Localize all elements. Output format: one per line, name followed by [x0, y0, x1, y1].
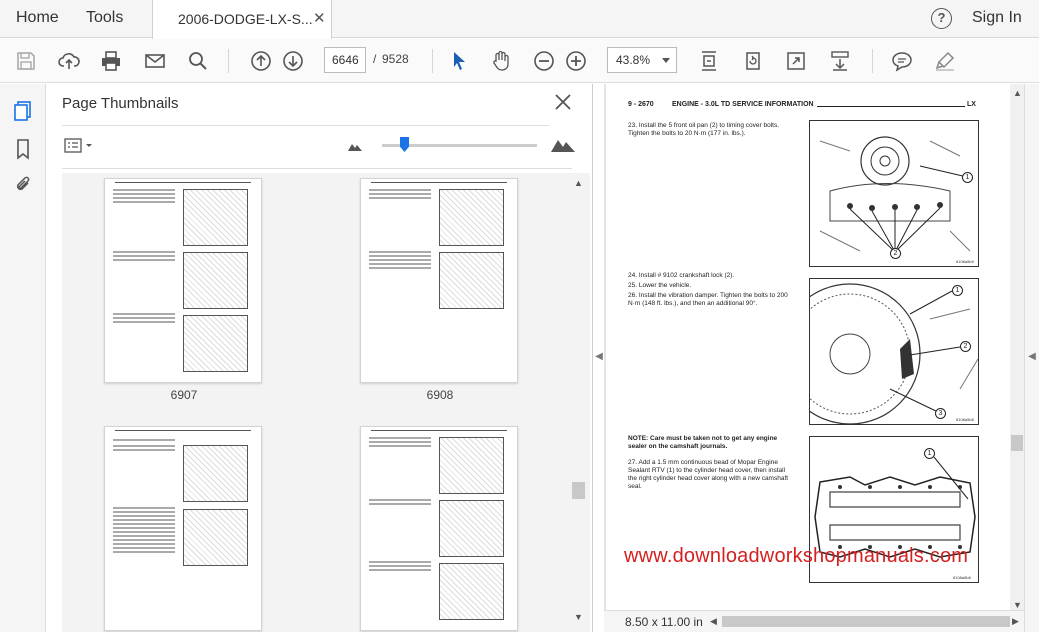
- scroll-right-icon[interactable]: ▶: [1012, 616, 1019, 627]
- thumbnail-scrollbar[interactable]: [572, 173, 590, 632]
- step-23: 23. Install the 5 front oil pan (2) to t…: [628, 122, 780, 137]
- rotate-icon[interactable]: [739, 47, 767, 75]
- zoom-select[interactable]: 43.8%: [607, 47, 677, 73]
- page-separator: /: [373, 52, 377, 66]
- zoom-out-icon[interactable]: [530, 47, 558, 75]
- scroll-left-icon[interactable]: ◀: [710, 616, 717, 627]
- page-size: 8.50 x 11.00 in: [625, 615, 703, 629]
- thumbnail-list: 6907 6908: [62, 173, 572, 632]
- figure-code: 8108a5b8: [956, 417, 974, 422]
- doc-scroll-down-icon[interactable]: ▼: [1013, 600, 1022, 610]
- small-thumbnail-icon[interactable]: [348, 141, 362, 151]
- highlight-icon[interactable]: [931, 47, 959, 75]
- hand-icon[interactable]: [487, 47, 515, 75]
- scroll-down-icon[interactable]: ▼: [574, 612, 583, 622]
- callout: 3: [935, 408, 946, 419]
- home-menu[interactable]: Home: [16, 9, 59, 27]
- panel-title: Page Thumbnails: [62, 95, 179, 112]
- collapse-left-icon[interactable]: ◀: [594, 343, 604, 371]
- page-count: 9528: [382, 52, 409, 66]
- thumbnail-scrollbar-thumb[interactable]: [572, 482, 585, 499]
- page-down-icon[interactable]: [279, 47, 307, 75]
- callout: 2: [890, 248, 901, 259]
- document-tab[interactable]: 2006-DODGE-LX-S... ✕: [152, 0, 332, 39]
- sign-in-link[interactable]: Sign In: [972, 9, 1022, 27]
- figure-code: 8108a5b6: [953, 575, 971, 580]
- attachment-icon[interactable]: [12, 174, 34, 196]
- bookmark-icon[interactable]: [12, 138, 34, 160]
- document-scrollbar-thumb[interactable]: [1011, 435, 1023, 451]
- document-tab-title: 2006-DODGE-LX-S...: [178, 11, 313, 27]
- scroll-up-icon[interactable]: ▲: [574, 178, 583, 188]
- large-thumbnail-icon[interactable]: [551, 137, 575, 152]
- page-header-left: 9 - 2670: [628, 101, 654, 108]
- document-page: 9 - 2670 ENGINE - 3.0L TD SERVICE INFORM…: [606, 84, 1010, 610]
- expand-right-panel-icon[interactable]: ◀: [1027, 343, 1037, 371]
- page-up-icon[interactable]: [247, 47, 275, 75]
- step-24: 24. Install # 9102 crankshaft lock (2).: [628, 272, 735, 279]
- current-page-input[interactable]: 6646: [324, 47, 366, 73]
- full-screen-icon[interactable]: [782, 47, 810, 75]
- callout: 1: [952, 285, 963, 296]
- step-27: 27. Add a 1.5 mm continuous bead of Mopa…: [628, 459, 789, 490]
- note-text: NOTE: Care must be taken not to get any …: [628, 435, 778, 450]
- menu-bar: Home Tools 2006-DODGE-LX-S... ✕ ? Sign I…: [0, 0, 1039, 39]
- page-header-right: LX: [967, 101, 976, 108]
- doc-scroll-up-icon[interactable]: ▲: [1013, 88, 1022, 98]
- document-scrollbar[interactable]: [1010, 84, 1024, 610]
- figure-oil-pan: 1 2 8108a5b9: [809, 120, 979, 267]
- comment-icon[interactable]: [888, 47, 916, 75]
- tools-menu[interactable]: Tools: [86, 9, 123, 27]
- help-icon[interactable]: ?: [931, 8, 952, 29]
- step-26: 26. Install the vibration damper. Tighte…: [628, 292, 788, 307]
- thumbnail-label: 6908: [426, 388, 454, 402]
- search-icon[interactable]: [184, 47, 212, 75]
- fit-page-icon[interactable]: [695, 47, 723, 75]
- thumbnail-page[interactable]: [360, 178, 518, 383]
- horizontal-scrollbar[interactable]: [722, 616, 1010, 627]
- thumbnails-panel: Page Thumbnails 6907 6908 ▲ ▼: [47, 84, 593, 632]
- close-panel-icon[interactable]: [554, 93, 572, 111]
- close-tab-icon[interactable]: ✕: [313, 9, 326, 27]
- print-icon[interactable]: [97, 47, 125, 75]
- page-thumbnails-icon[interactable]: [12, 100, 34, 122]
- figure-damper: 1 2 3 8108a5b8: [809, 278, 979, 425]
- save-icon[interactable]: [12, 47, 40, 75]
- watermark-text: www.downloadworkshopmanuals.com: [624, 545, 969, 567]
- page-header-title: ENGINE - 3.0L TD SERVICE INFORMATION: [672, 101, 814, 108]
- thumbnail-page[interactable]: [104, 426, 262, 631]
- callout: 1: [962, 172, 973, 183]
- scroll-mode-icon[interactable]: [826, 47, 854, 75]
- toolbar: [0, 39, 1039, 83]
- left-rail: [0, 84, 46, 632]
- select-cursor-icon[interactable]: [445, 47, 473, 75]
- email-icon[interactable]: [141, 47, 169, 75]
- callout: 1: [924, 448, 935, 459]
- figure-code: 8108a5b9: [956, 259, 974, 264]
- thumbnail-page[interactable]: [360, 426, 518, 631]
- zoom-in-icon[interactable]: [562, 47, 590, 75]
- thumbnail-page[interactable]: [104, 178, 262, 383]
- slider-knob[interactable]: [400, 137, 409, 152]
- thumbnail-options-icon[interactable]: [64, 138, 94, 154]
- callout: 2: [960, 341, 971, 352]
- step-25: 25. Lower the vehicle.: [628, 282, 692, 289]
- zoom-value: 43.8%: [616, 53, 651, 67]
- thumbnail-label: 6907: [170, 388, 198, 402]
- chevron-down-icon: [662, 58, 670, 63]
- upload-icon[interactable]: [55, 47, 83, 75]
